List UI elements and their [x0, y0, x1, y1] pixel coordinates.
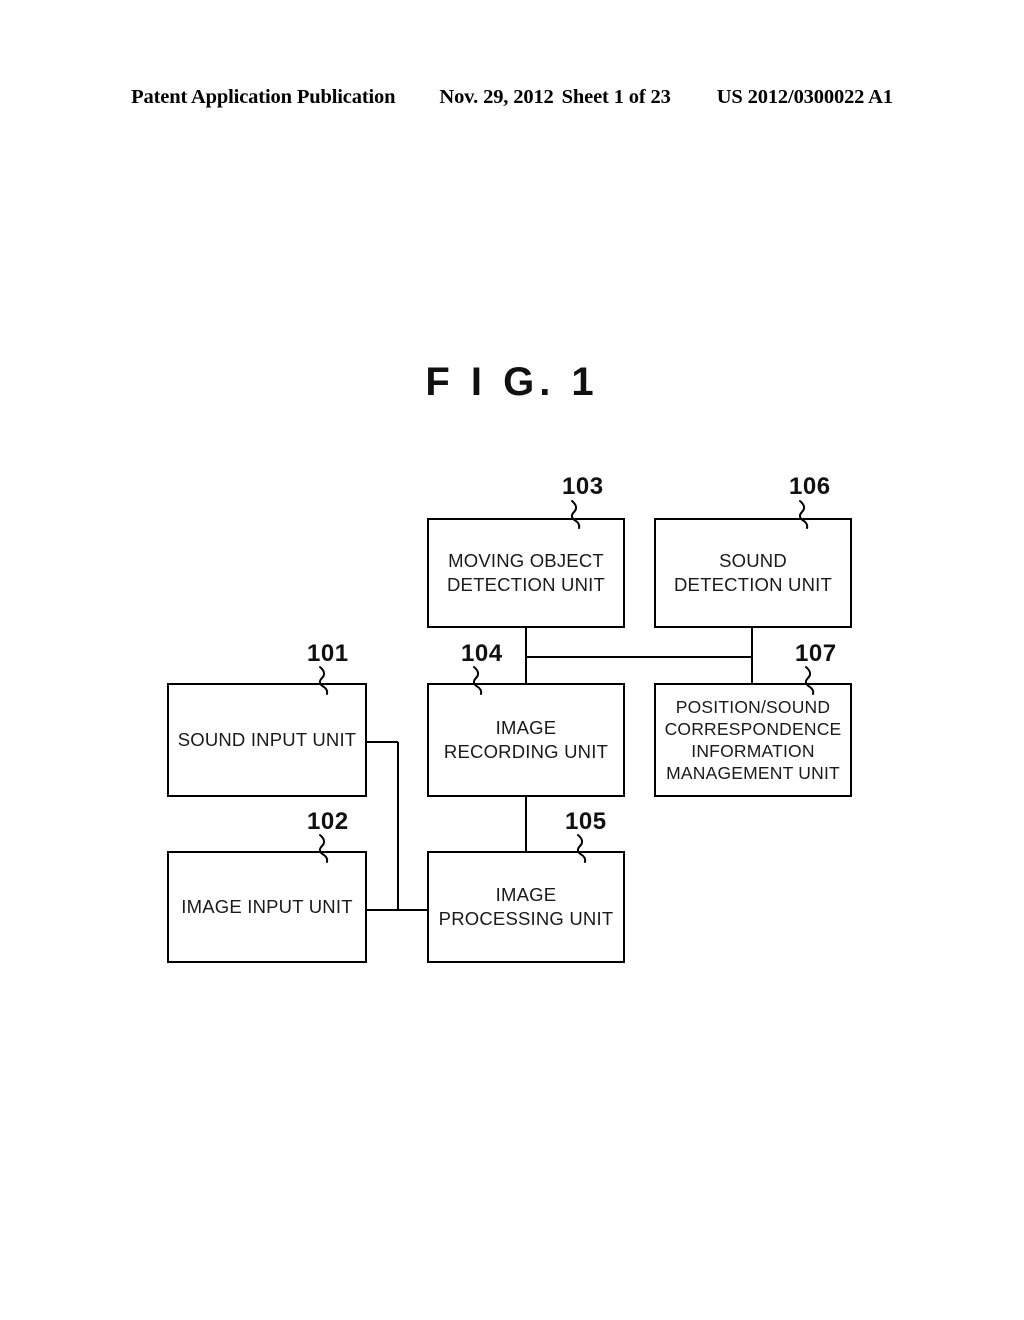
leader-icon-103	[570, 500, 581, 529]
leader-icon-102	[318, 834, 329, 863]
leader-icon-105	[576, 834, 587, 863]
leader-icon-101	[318, 666, 329, 695]
leader-icon-106	[798, 500, 809, 529]
leader-lines-layer	[318, 500, 815, 863]
leader-icon-107	[804, 666, 815, 695]
block-diagram: MOVING OBJECT DETECTION UNIT 103 SOUND D…	[0, 0, 1024, 1320]
leader-icon-104	[472, 666, 483, 695]
